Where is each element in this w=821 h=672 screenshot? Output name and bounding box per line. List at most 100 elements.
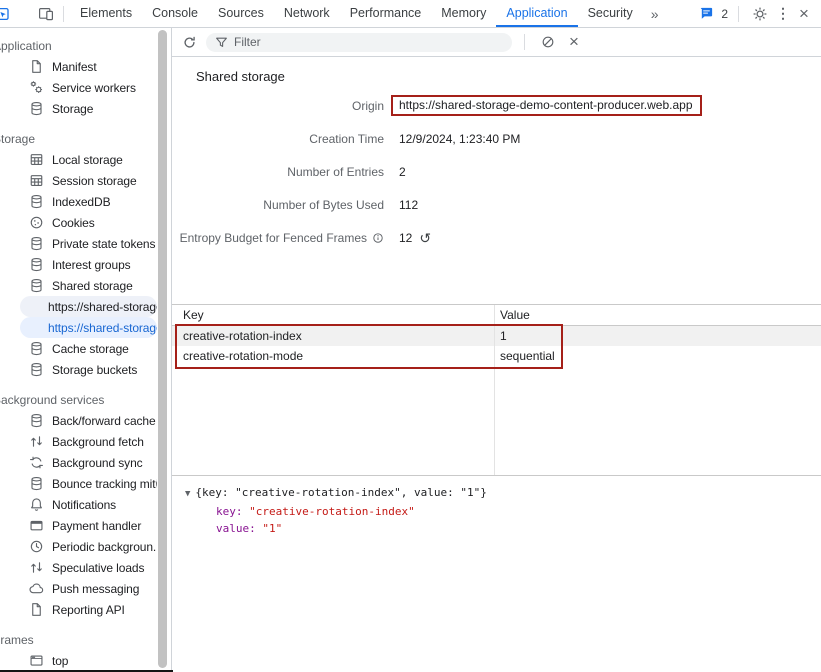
tab-network[interactable]: Network	[274, 0, 340, 27]
document-icon	[29, 602, 44, 617]
cell-key: creative-rotation-index	[172, 329, 494, 343]
sidebar-item-label: Payment handler	[52, 519, 141, 533]
table-body: creative-rotation-index1creative-rotatio…	[172, 326, 821, 366]
sidebar-item-notifications[interactable]: Notifications	[20, 494, 157, 515]
tab-strip: ElementsConsoleSourcesNetworkPerformance…	[70, 0, 643, 27]
sidebar-item-label: Service workers	[52, 81, 136, 95]
table-row[interactable]: creative-rotation-modesequential	[172, 346, 821, 366]
table-header: KeyValue	[172, 305, 821, 326]
close-devtools-button[interactable]: ×	[795, 6, 813, 22]
tab-performance[interactable]: Performance	[340, 0, 432, 27]
filter-funnel-icon	[215, 36, 228, 49]
issues-count: 2	[721, 7, 728, 21]
section-header-frames: Frames	[0, 632, 171, 648]
cloud-icon	[29, 581, 44, 596]
sidebar-item-label: Session storage	[52, 174, 137, 188]
sidebar-item-bounce-tracking-miti[interactable]: Bounce tracking miti...	[20, 473, 157, 494]
settings-gear-icon[interactable]	[749, 3, 771, 25]
sidebar-item-background-sync[interactable]: Background sync	[20, 452, 157, 473]
sidebar-item-back-forward-cache[interactable]: Back/forward cache	[20, 410, 157, 431]
meta-value: 112	[399, 198, 418, 212]
table-row[interactable]: creative-rotation-index1	[172, 326, 821, 346]
filter-placeholder: Filter	[234, 35, 261, 49]
tab-application[interactable]: Application	[496, 0, 577, 27]
sidebar-item-top[interactable]: top	[20, 650, 157, 671]
updown-icon	[29, 560, 44, 575]
sidebar-item-label: Storage	[52, 102, 93, 116]
section-header-background-services: Background services	[0, 392, 171, 408]
entry-preview: ▼ {key: "creative-rotation-index", value:…	[172, 476, 821, 537]
refresh-button[interactable]	[178, 31, 200, 53]
sidebar-item-speculative-loads[interactable]: Speculative loads	[20, 557, 157, 578]
sidebar-item-cookies[interactable]: Cookies	[20, 212, 157, 233]
tab-sources[interactable]: Sources	[208, 0, 274, 27]
sidebar-item-reporting-api[interactable]: Reporting API	[20, 599, 157, 620]
sidebar-item-https-shared-storage[interactable]: https://shared-storage...	[20, 296, 157, 317]
sidebar-item-service-workers[interactable]: Service workers	[20, 77, 157, 98]
issues-badge[interactable]: 2	[695, 3, 728, 25]
sidebar-item-background-fetch[interactable]: Background fetch	[20, 431, 157, 452]
meta-value: 12/9/2024, 1:23:40 PM	[399, 132, 520, 146]
sidebar-item-periodic-backgroun[interactable]: Periodic backgroun...	[20, 536, 157, 557]
sidebar-item-label: https://shared-storage...	[48, 321, 157, 335]
panel-toolbar: Filter ×	[172, 28, 821, 57]
sidebar-scrollbar-thumb[interactable]	[158, 30, 167, 668]
cell-value: 1	[494, 329, 821, 343]
database-icon	[29, 194, 44, 209]
sidebar-item-cache-storage[interactable]: Cache storage	[20, 338, 157, 359]
database-icon	[29, 101, 44, 116]
filter-input[interactable]: Filter	[206, 33, 512, 52]
sidebar-item-storage[interactable]: Storage	[20, 98, 157, 119]
sidebar-item-label: Manifest	[52, 60, 97, 74]
sidebar-item-private-state-tokens[interactable]: Private state tokens	[20, 233, 157, 254]
database-icon	[29, 413, 44, 428]
sidebar-item-indexeddb[interactable]: IndexedDB	[20, 191, 157, 212]
more-tabs-button[interactable]: »	[643, 6, 667, 22]
tab-security[interactable]: Security	[578, 0, 643, 27]
reset-budget-button[interactable]: ↺	[419, 231, 431, 245]
meta-label: Number of Entries	[172, 165, 384, 179]
tab-console[interactable]: Console	[142, 0, 208, 27]
more-options-button[interactable]: ⋮	[775, 5, 791, 22]
sidebar-item-interest-groups[interactable]: Interest groups	[20, 254, 157, 275]
sidebar-item-shared-storage[interactable]: Shared storage	[20, 275, 157, 296]
sidebar-item-local-storage[interactable]: Local storage	[20, 149, 157, 170]
sidebar-item-label: Shared storage	[52, 279, 133, 293]
delete-selected-button[interactable]: ×	[565, 34, 583, 50]
sidebar-item-label: Notifications	[52, 498, 116, 512]
expand-toggle[interactable]: ▼	[185, 489, 190, 499]
meta-row-number-of-entries: Number of Entries 2	[172, 155, 821, 188]
sidebar-item-label: Cookies	[52, 216, 95, 230]
tab-memory[interactable]: Memory	[431, 0, 496, 27]
inspect-element-icon[interactable]	[0, 3, 13, 25]
sidebar-item-payment-handler[interactable]: Payment handler	[20, 515, 157, 536]
meta-value: 12	[399, 231, 412, 245]
cell-value: sequential	[494, 349, 821, 363]
cookie-icon	[29, 215, 44, 230]
table-icon	[29, 173, 44, 188]
sidebar-item-storage-buckets[interactable]: Storage buckets	[20, 359, 157, 380]
device-toolbar-icon[interactable]	[35, 3, 57, 25]
tab-elements[interactable]: Elements	[70, 0, 142, 27]
divider	[524, 34, 525, 50]
preview-property: value: "1"	[185, 520, 821, 537]
sidebar-item-label: Reporting API	[52, 603, 125, 617]
sidebar-item-https-shared-storage[interactable]: https://shared-storage...	[20, 317, 157, 338]
sidebar-item-label: Private state tokens	[52, 237, 155, 251]
meta-row-creation-time: Creation Time12/9/2024, 1:23:40 PM	[172, 122, 821, 155]
sidebar-item-push-messaging[interactable]: Push messaging	[20, 578, 157, 599]
sidebar-item-session-storage[interactable]: Session storage	[20, 170, 157, 191]
sidebar-item-manifest[interactable]: Manifest	[20, 56, 157, 77]
page-title: Shared storage	[196, 69, 821, 87]
column-divider[interactable]	[494, 305, 495, 475]
meta-value: 2	[399, 165, 406, 179]
shared-storage-panel: Filter × Shared storage Originhttps://sh…	[172, 28, 821, 672]
preview-property: key: "creative-rotation-index"	[185, 503, 821, 520]
database-icon	[29, 362, 44, 377]
cell-key: creative-rotation-mode	[172, 349, 494, 363]
section-header-application: Application	[0, 38, 171, 54]
clear-all-button[interactable]	[537, 31, 559, 53]
meta-row-origin: Originhttps://shared-storage-demo-conten…	[172, 89, 821, 122]
preview-summary: {key: "creative-rotation-index", value: …	[195, 486, 486, 499]
sidebar-item-label: Background sync	[52, 456, 143, 470]
